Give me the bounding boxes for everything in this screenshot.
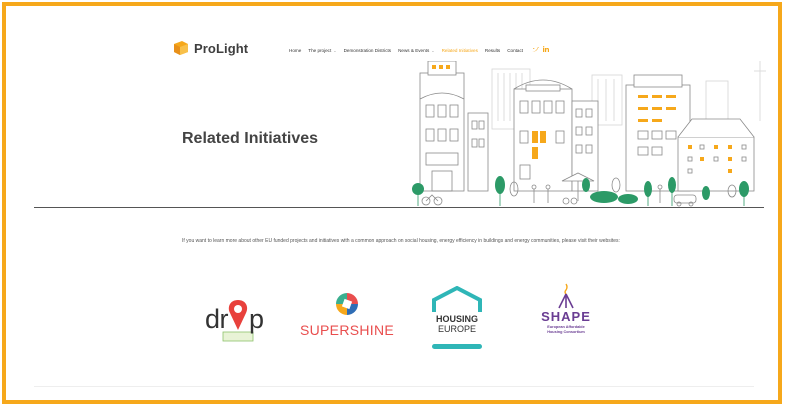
nav-label: Related Initiatives [441,47,478,53]
partner-logo-housing-europe[interactable]: HOUSING EUROPE [428,286,486,352]
partner-logo-shape[interactable]: SHAPE European Affordable Housing Consor… [531,282,601,352]
shape-sub2: Housing Consortium [547,330,585,334]
supershine-wordmark: SUPERSHINE [300,322,394,340]
site-logo[interactable]: ProLight [172,40,248,56]
bottom-divider [34,386,754,387]
nav-label: News & Events [398,47,430,53]
nav-label: Home [289,47,302,53]
chevron-down-icon: ⌄ [431,47,435,53]
city-illustration [402,60,774,216]
shape-name: SHAPE [541,309,591,324]
linkedin-icon[interactable] [542,46,550,54]
hero-divider [34,207,764,208]
prolight-logo-icon [172,40,190,56]
shape-subtitle: European Affordable Housing Consortium [531,325,601,335]
nav-item-the-project[interactable]: The project ⌄ [308,48,336,53]
nav-item-home[interactable]: Home [289,48,301,53]
nav-label: Results [484,47,501,53]
nav-item-results[interactable]: Results [485,48,500,53]
housing-underline [432,344,482,349]
intro-text: If you want to learn more about other EU… [182,238,620,244]
nav-label: The project [308,47,332,53]
supershine-part1: SUPER [300,322,350,338]
nav-label: Demonstration Districts [343,47,392,53]
nav-item-contact[interactable]: Contact [507,48,523,53]
house-roof-icon [432,286,482,312]
nav-label: Contact [507,47,524,53]
partner-logo-drop[interactable]: dr p drop [205,296,275,342]
supershine-part2: SHINE [349,322,395,338]
housing-line2: EUROPE [437,324,476,334]
nav-item-demonstration-districts[interactable]: Demonstration Districts [344,48,391,53]
partner-logo-supershine[interactable]: SUPERSHINE [300,292,400,346]
logo-text: ProLight [194,40,249,56]
nav-item-news-events[interactable]: News & Events ⌄ [398,48,435,53]
social-links [532,46,553,54]
supershine-mark-icon [336,293,358,315]
housing-europe-text: HOUSING EUROPE [428,314,486,334]
drop-logo-text-p: p [249,304,264,334]
drop-logo-text-d: dr [205,304,229,334]
twitter-icon[interactable] [532,46,540,54]
screenshot-frame: ProLight Home The project ⌄ Demonstration… [2,2,782,404]
page-title: Related Initiatives [182,130,319,147]
page: ProLight Home The project ⌄ Demonstration… [6,6,778,400]
housing-line1: HOUSING [435,314,478,324]
nav-item-related-initiatives[interactable]: Related Initiatives [442,48,478,53]
main-nav: Home The project ⌄ Demonstration District… [289,46,553,54]
chevron-down-icon: ⌄ [333,47,337,53]
shape-wordmark: SHAPE [531,308,601,326]
